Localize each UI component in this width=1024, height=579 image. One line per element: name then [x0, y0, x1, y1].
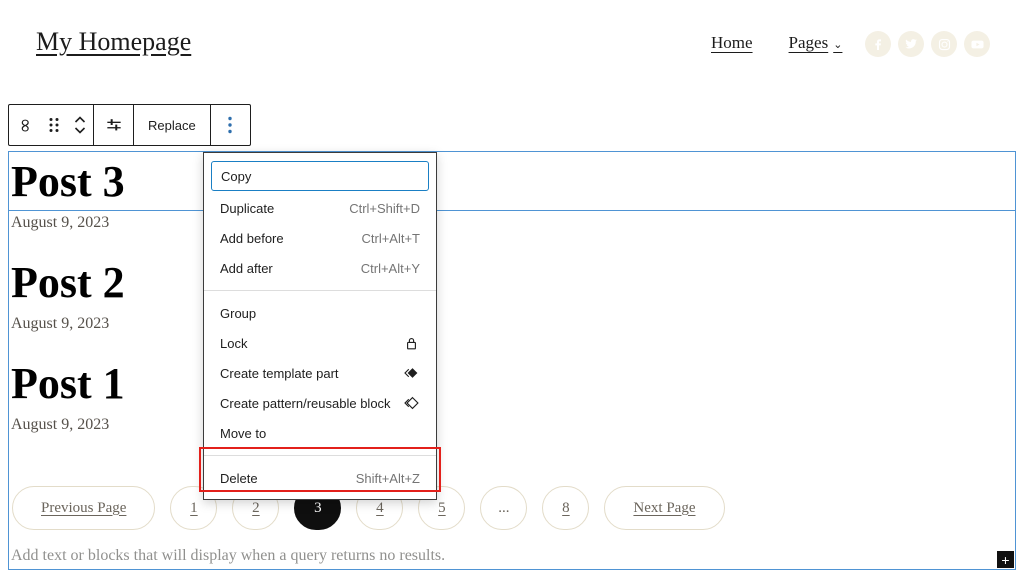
previous-page-button[interactable]: Previous Page [12, 486, 155, 530]
menu-divider [204, 290, 436, 291]
social-links [865, 31, 990, 57]
block-toolbar: ∞ Replace [8, 104, 251, 146]
page-number-8[interactable]: 8 [542, 486, 589, 530]
page-ellipsis: ... [480, 486, 527, 530]
nav-link-home[interactable]: Home [711, 33, 753, 53]
block-toolbar-main-group: ∞ [9, 105, 94, 145]
drag-handle-icon[interactable] [41, 106, 67, 144]
shortcut-label: Ctrl+Shift+D [349, 201, 420, 216]
menu-divider [204, 455, 436, 456]
nav-pages-label: Pages [789, 33, 829, 53]
menu-item-add-before[interactable]: Add before Ctrl+Alt+T [204, 223, 436, 253]
nav-link-pages[interactable]: Pages ⌄ [789, 33, 843, 53]
twitter-icon[interactable] [898, 31, 924, 57]
options-menu-icon[interactable] [211, 106, 250, 144]
youtube-icon[interactable] [964, 31, 990, 57]
template-part-icon [402, 364, 420, 382]
menu-item-create-template-part[interactable]: Create template part [204, 358, 436, 388]
nav-home-label: Home [711, 33, 753, 53]
site-title-link[interactable]: My Homepage [36, 27, 191, 57]
chevron-down-icon: ⌄ [833, 38, 842, 51]
block-toolbar-replace-group: Replace [134, 105, 211, 145]
lock-icon [403, 335, 420, 352]
no-results-placeholder[interactable]: Add text or blocks that will display whe… [11, 547, 445, 565]
menu-item-move-to[interactable]: Move to [204, 418, 436, 448]
block-options-menu: Copy Duplicate Ctrl+Shift+D Add before C… [203, 152, 437, 500]
instagram-icon[interactable] [931, 31, 957, 57]
post-date[interactable]: August 9, 2023 [11, 214, 109, 232]
menu-item-copy[interactable]: Copy [211, 161, 429, 191]
display-settings-icon[interactable] [94, 106, 133, 144]
shortcut-label: Shift+Alt+Z [356, 471, 420, 486]
menu-item-create-pattern[interactable]: Create pattern/reusable block [204, 388, 436, 418]
query-loop-block[interactable]: Post 3 August 9, 2023 Post 2 August 9, 2… [8, 151, 1016, 570]
facebook-icon[interactable] [865, 31, 891, 57]
menu-item-duplicate[interactable]: Duplicate Ctrl+Shift+D [204, 193, 436, 223]
shortcut-label: Ctrl+Alt+Y [361, 261, 420, 276]
move-up-down-icon[interactable] [67, 106, 93, 144]
replace-button[interactable]: Replace [134, 106, 210, 144]
post-date[interactable]: August 9, 2023 [11, 315, 109, 333]
selected-post-title-outline [9, 152, 1015, 211]
menu-item-add-after[interactable]: Add after Ctrl+Alt+Y [204, 253, 436, 283]
menu-item-group[interactable]: Group [204, 298, 436, 328]
block-toolbar-settings-group [94, 105, 134, 145]
post-title[interactable]: Post 1 [11, 362, 125, 406]
next-page-button[interactable]: Next Page [604, 486, 724, 530]
page: My Homepage Home Pages ⌄ ∞ [0, 0, 1024, 579]
menu-item-lock[interactable]: Lock [204, 328, 436, 358]
post-title[interactable]: Post 2 [11, 261, 125, 305]
post-date[interactable]: August 9, 2023 [11, 416, 109, 434]
block-toolbar-options-group [211, 105, 250, 145]
pattern-icon [402, 394, 420, 412]
shortcut-label: Ctrl+Alt+T [361, 231, 420, 246]
post-title[interactable]: Post 3 [11, 160, 125, 204]
menu-item-delete[interactable]: Delete Shift+Alt+Z [204, 463, 436, 493]
main-navigation: Home Pages ⌄ [711, 33, 842, 53]
query-loop-icon[interactable]: ∞ [9, 106, 41, 144]
block-appender-plus-button[interactable]: + [997, 551, 1014, 568]
